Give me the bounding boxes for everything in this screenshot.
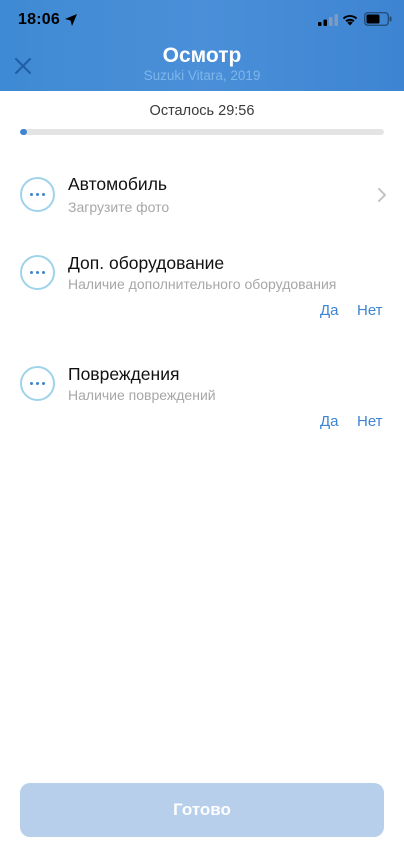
section-subtitle: Загрузите фото [68, 199, 170, 215]
done-button[interactable]: Готово [20, 783, 384, 837]
more-dots-icon [20, 366, 55, 401]
damages-yes-button[interactable]: Да [320, 413, 339, 430]
section-extra-equipment: Доп. оборудование Наличие дополнительног… [0, 253, 404, 323]
more-dots-icon [20, 255, 55, 290]
damages-no-button[interactable]: Нет [357, 413, 383, 430]
page-subtitle: Suzuki Vitara, 2019 [143, 68, 261, 83]
timer-progress-fill [20, 129, 28, 135]
chevron-right-icon [378, 188, 386, 202]
cellular-signal-icon [318, 14, 338, 26]
battery-icon [364, 12, 392, 26]
timer-progress-bar [20, 129, 384, 135]
section-subtitle: Наличие дополнительного оборудования [68, 276, 337, 292]
section-damages: Повреждения Наличие повреждений Да Нет [0, 364, 404, 434]
wifi-icon [342, 14, 358, 26]
section-subtitle: Наличие повреждений [68, 387, 216, 403]
section-automobile[interactable]: Автомобиль Загрузите фото [0, 174, 404, 224]
status-time: 18:06 [18, 11, 60, 28]
timer-text: Осталось 29:56 [149, 103, 255, 119]
section-title: Доп. оборудование [68, 253, 225, 273]
status-bar: 18:06 [0, 0, 404, 40]
location-arrow-icon [65, 14, 77, 26]
page-title: Осмотр [162, 44, 242, 67]
more-dots-icon [20, 177, 55, 212]
extra-equipment-yes-button[interactable]: Да [320, 302, 339, 319]
extra-equipment-no-button[interactable]: Нет [357, 302, 383, 319]
section-title: Автомобиль [68, 174, 168, 194]
section-title: Повреждения [68, 364, 180, 384]
header-bar: 18:06 Осмотр Suzuki Vitara, 2019 [0, 0, 404, 91]
